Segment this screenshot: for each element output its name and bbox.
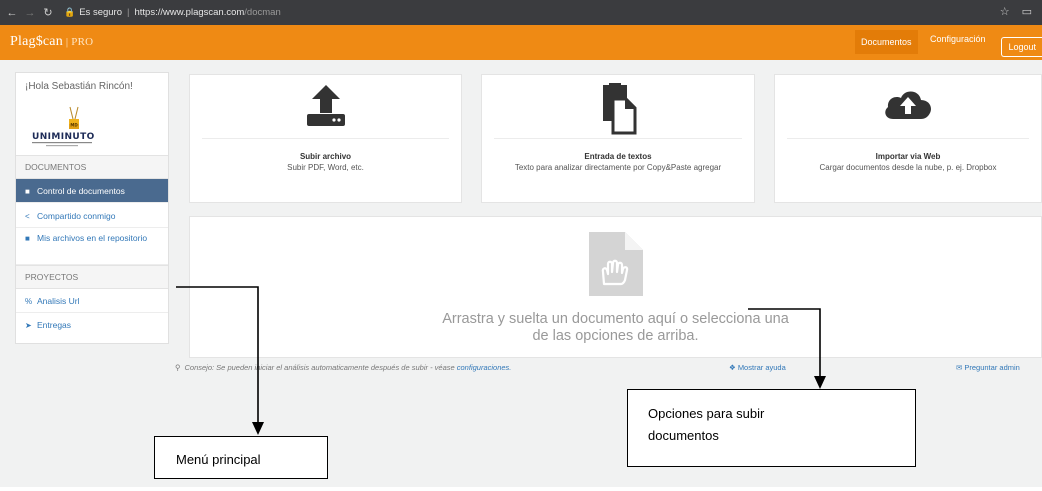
menu-arrow-line xyxy=(176,286,259,424)
menu-arrowhead xyxy=(252,422,264,435)
screenshot: ← → ↻ 🔒 Es seguro | https://www.plagscan… xyxy=(0,0,1042,487)
callout-line-1: Opciones para subir xyxy=(648,406,765,421)
callout-line-2: documentos xyxy=(648,428,719,443)
upload-arrow-line xyxy=(748,308,821,378)
upload-arrowhead xyxy=(814,376,826,389)
main-menu-callout: Menú principal xyxy=(154,436,328,479)
callout-text: Menú principal xyxy=(176,452,261,467)
upload-options-callout: Opciones para subir documentos xyxy=(627,389,916,467)
